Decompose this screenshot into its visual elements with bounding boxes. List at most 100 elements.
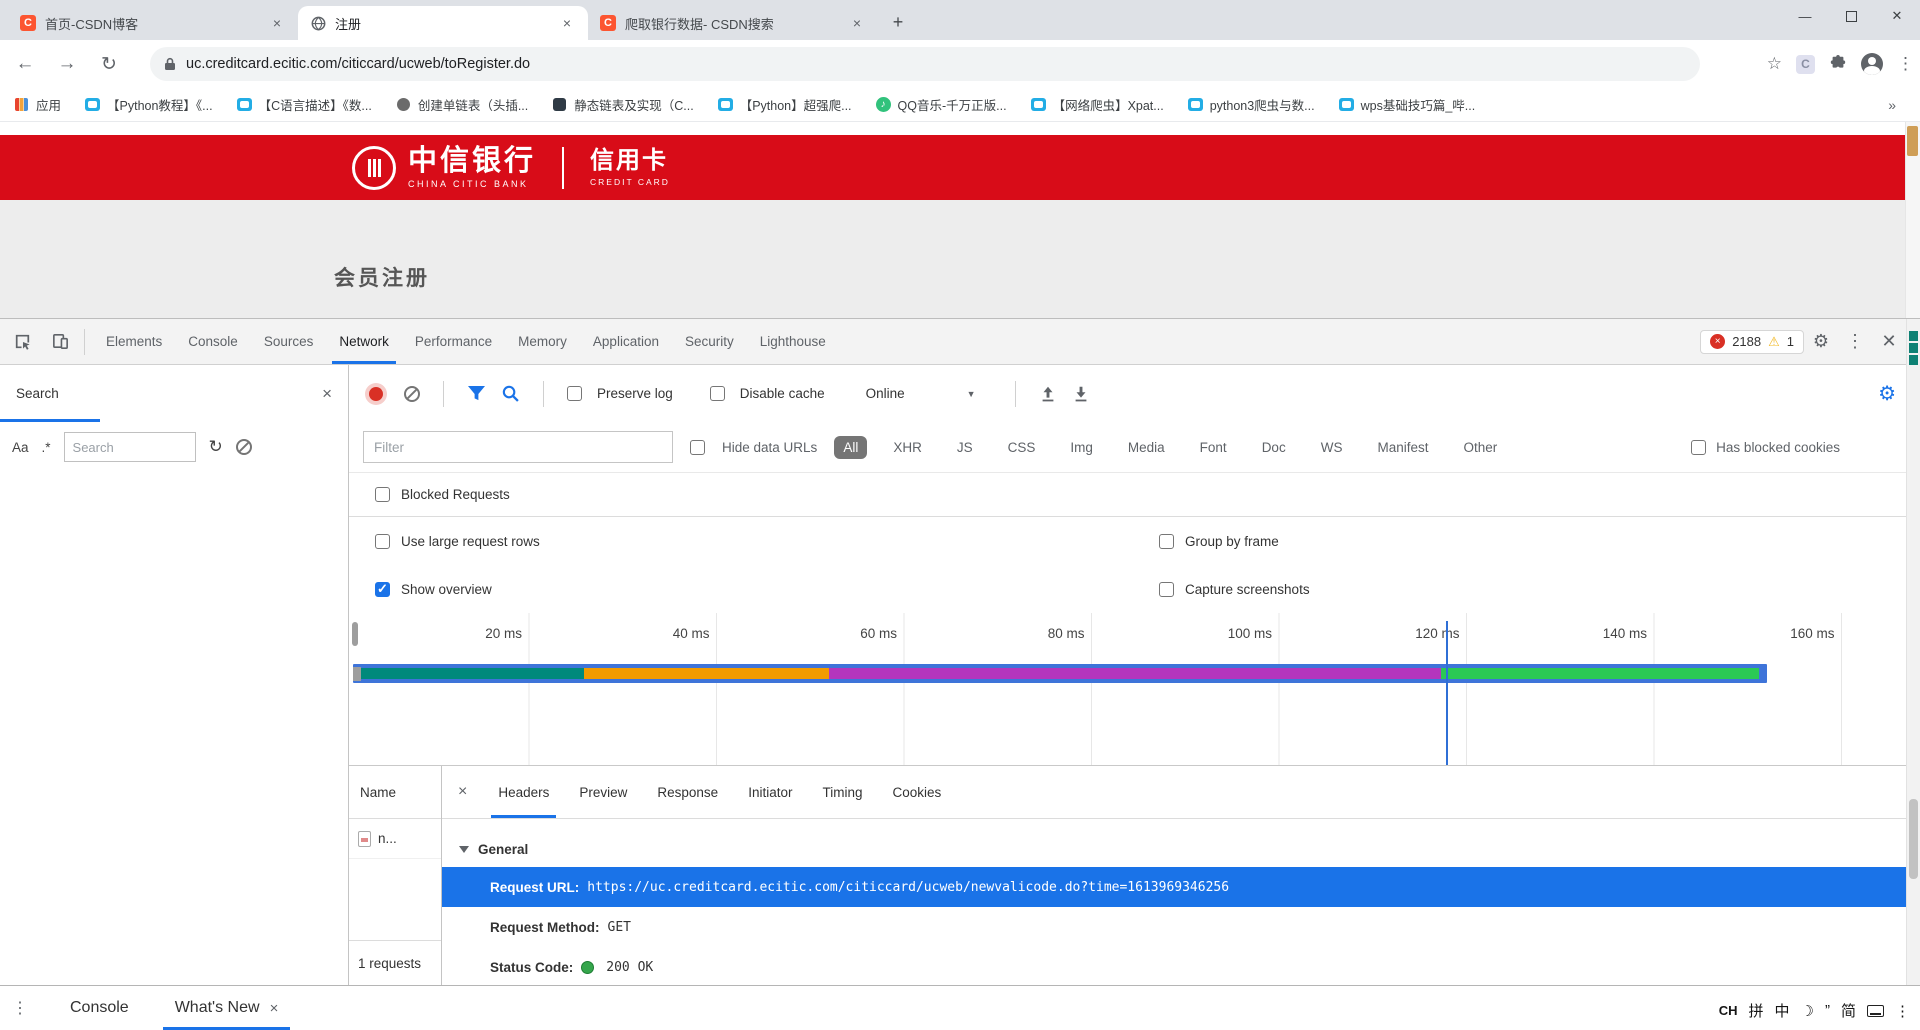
- details-tab-cookies[interactable]: Cookies: [877, 766, 956, 818]
- general-section-header[interactable]: General: [442, 831, 1920, 867]
- bookmark-item[interactable]: 【Python】超强爬...: [718, 95, 852, 114]
- search-panel-close-icon[interactable]: ×: [322, 384, 332, 404]
- details-tab-preview[interactable]: Preview: [564, 766, 642, 818]
- filter-funnel-icon[interactable]: [467, 385, 486, 402]
- ime-lang-indicator[interactable]: CH: [1719, 1003, 1738, 1018]
- device-toolbar-icon[interactable]: [44, 326, 76, 358]
- bookmarks-overflow-chevron[interactable]: »: [1888, 97, 1896, 113]
- filter-type-manifest[interactable]: Manifest: [1368, 436, 1437, 459]
- ime-keyboard-icon[interactable]: [1867, 1005, 1884, 1017]
- overview-drag-handle[interactable]: [352, 622, 358, 646]
- page-scrollbar-thumb[interactable]: [1907, 126, 1918, 156]
- devtools-close-icon[interactable]: ✕: [1872, 319, 1906, 364]
- bookmark-item[interactable]: wps基础技巧篇_哔...: [1339, 95, 1476, 114]
- show-overview-checkbox[interactable]: [375, 582, 390, 597]
- details-tab-headers[interactable]: Headers: [483, 766, 564, 818]
- csdn-extension-icon[interactable]: C: [1796, 55, 1815, 74]
- disable-cache-checkbox[interactable]: [710, 386, 725, 401]
- match-case-button[interactable]: Aa: [12, 440, 29, 455]
- devtools-tab-lighthouse[interactable]: Lighthouse: [747, 319, 839, 364]
- request-method-row[interactable]: Request Method: GET: [442, 907, 1920, 947]
- name-column-header[interactable]: Name: [349, 766, 441, 819]
- has-blocked-cookies-checkbox[interactable]: [1691, 440, 1706, 455]
- drawer-tab-whats-new[interactable]: What's New ×: [159, 986, 295, 1030]
- devtools-tab-security[interactable]: Security: [672, 319, 747, 364]
- import-har-icon[interactable]: [1039, 385, 1057, 403]
- filter-type-all[interactable]: All: [834, 436, 867, 459]
- page-scrollbar[interactable]: [1905, 122, 1920, 318]
- devtools-tab-console[interactable]: Console: [175, 319, 251, 364]
- address-bar[interactable]: uc.creditcard.ecitic.com/citiccard/ucweb…: [150, 47, 1700, 81]
- profile-avatar[interactable]: [1861, 53, 1883, 75]
- browser-tab-csdn-home[interactable]: C 首页-CSDN博客 ×: [8, 6, 298, 40]
- ime-simplified-mode[interactable]: 简: [1841, 1000, 1856, 1021]
- details-close-icon[interactable]: ×: [442, 783, 483, 801]
- ime-punctuation-mode[interactable]: ”: [1825, 1002, 1830, 1019]
- filter-type-doc[interactable]: Doc: [1253, 436, 1295, 459]
- back-button[interactable]: ←: [8, 47, 42, 81]
- filter-type-img[interactable]: Img: [1061, 436, 1102, 459]
- bookmark-apps[interactable]: 应用: [14, 95, 61, 114]
- devtools-tab-memory[interactable]: Memory: [505, 319, 580, 364]
- devtools-scrollbar[interactable]: [1906, 319, 1920, 985]
- bookmark-item[interactable]: 【C语言描述】《数...: [237, 95, 372, 114]
- bookmark-item[interactable]: 静态链表及实现（C...: [552, 95, 693, 114]
- ime-more-icon[interactable]: ⋮: [1895, 1002, 1910, 1020]
- network-search-icon[interactable]: [501, 384, 520, 403]
- inspect-element-icon[interactable]: [6, 326, 38, 358]
- bookmark-item[interactable]: 创建单链表（头插...: [396, 95, 528, 114]
- devtools-tab-network[interactable]: Network: [326, 319, 402, 364]
- devtools-settings-gear-icon[interactable]: ⚙: [1804, 319, 1838, 364]
- filter-type-css[interactable]: CSS: [999, 436, 1045, 459]
- status-code-row[interactable]: Status Code: 200 OK: [442, 947, 1920, 985]
- window-minimize-button[interactable]: —: [1782, 0, 1828, 32]
- console-issues-badge[interactable]: × 2188 ⚠ 1: [1700, 330, 1804, 354]
- devtools-tab-performance[interactable]: Performance: [402, 319, 505, 364]
- bookmark-item[interactable]: 【Python教程】《...: [85, 95, 213, 114]
- bookmark-item[interactable]: 【网络爬虫】Xpat...: [1031, 95, 1164, 114]
- window-close-button[interactable]: ✕: [1874, 0, 1920, 32]
- devtools-tab-elements[interactable]: Elements: [93, 319, 175, 364]
- clear-network-log-icon[interactable]: [404, 386, 420, 402]
- regex-button[interactable]: .*: [42, 440, 51, 455]
- drawer-tab-console[interactable]: Console: [54, 986, 145, 1030]
- tab-close-icon[interactable]: ×: [848, 15, 866, 31]
- scrollbar-thumb[interactable]: [1909, 799, 1918, 879]
- browser-menu-icon[interactable]: ⋮: [1897, 54, 1914, 74]
- filter-type-other[interactable]: Other: [1454, 436, 1506, 459]
- search-clear-icon[interactable]: [236, 439, 252, 455]
- filter-type-xhr[interactable]: XHR: [884, 436, 931, 459]
- bookmark-item[interactable]: ♪QQ音乐-千万正版...: [876, 95, 1007, 114]
- browser-tab-register[interactable]: 注册 ×: [298, 6, 588, 40]
- new-tab-button[interactable]: +: [884, 8, 912, 36]
- filter-type-js[interactable]: JS: [948, 436, 982, 459]
- capture-screenshots-checkbox[interactable]: [1159, 582, 1174, 597]
- drawer-menu-icon[interactable]: ⋮: [0, 998, 40, 1018]
- filter-type-media[interactable]: Media: [1119, 436, 1174, 459]
- blocked-requests-checkbox[interactable]: [375, 487, 390, 502]
- export-har-icon[interactable]: [1072, 385, 1090, 403]
- drawer-tab-close-icon[interactable]: ×: [270, 1000, 279, 1017]
- tab-close-icon[interactable]: ×: [558, 15, 576, 31]
- bookmark-item[interactable]: python3爬虫与数...: [1188, 95, 1315, 114]
- throttling-dropdown[interactable]: Online ▼: [866, 386, 976, 401]
- devtools-tab-application[interactable]: Application: [580, 319, 672, 364]
- network-overview-timeline[interactable]: 20 ms 40 ms 60 ms 80 ms 100 ms 120 ms 14…: [349, 613, 1920, 766]
- browser-tab-csdn-search[interactable]: C 爬取银行数据- CSDN搜索 ×: [588, 6, 878, 40]
- use-large-rows-checkbox[interactable]: [375, 534, 390, 549]
- ime-pinyin-indicator[interactable]: 拼: [1749, 1000, 1764, 1021]
- window-maximize-button[interactable]: [1828, 0, 1874, 32]
- timeline-playhead[interactable]: [1446, 621, 1448, 765]
- devtools-menu-icon[interactable]: ⋮: [1838, 319, 1872, 364]
- devtools-tab-sources[interactable]: Sources: [251, 319, 327, 364]
- hide-data-urls-checkbox[interactable]: [690, 440, 705, 455]
- request-url-row[interactable]: Request URL: https://uc.creditcard.eciti…: [442, 867, 1920, 907]
- network-filter-input[interactable]: [363, 431, 673, 463]
- details-tab-initiator[interactable]: Initiator: [733, 766, 807, 818]
- forward-button[interactable]: →: [50, 47, 84, 81]
- filter-type-ws[interactable]: WS: [1312, 436, 1352, 459]
- network-settings-gear-icon[interactable]: ⚙: [1878, 381, 1906, 406]
- filter-type-font[interactable]: Font: [1191, 436, 1236, 459]
- search-input[interactable]: [64, 432, 196, 462]
- request-row[interactable]: n...: [349, 819, 441, 859]
